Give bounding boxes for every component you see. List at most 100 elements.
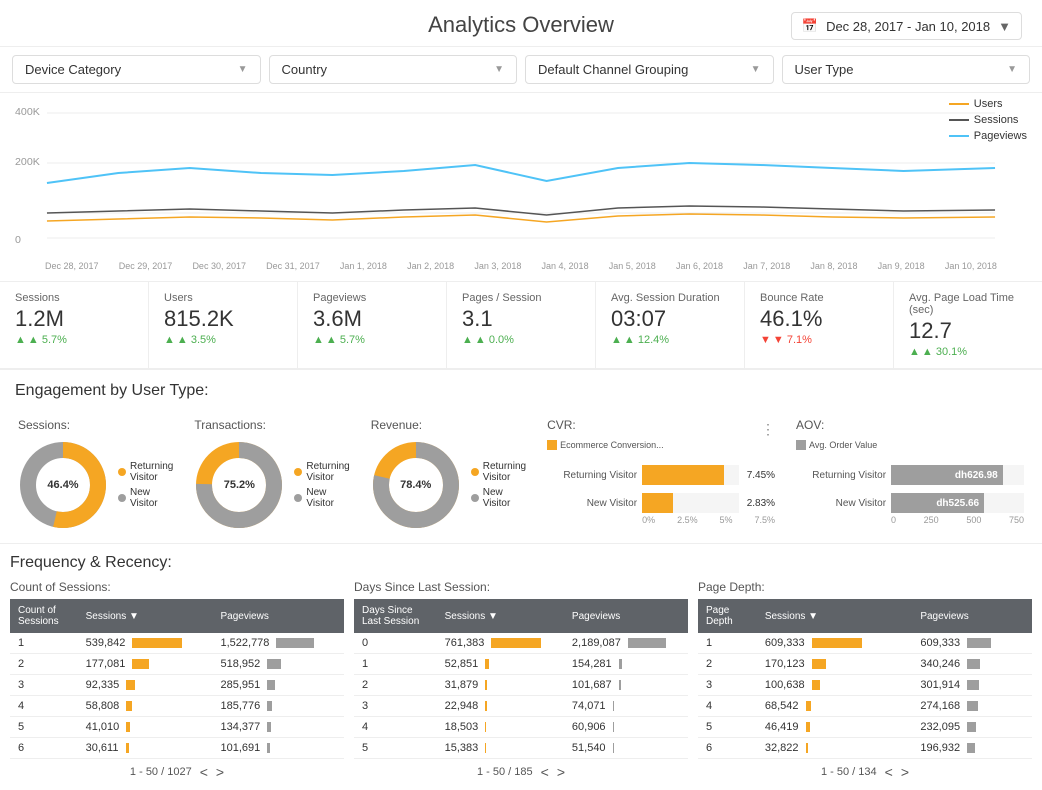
count-cell: 6 (10, 738, 78, 759)
date-picker[interactable]: 📅 Dec 28, 2017 - Jan 10, 2018 ▼ (791, 12, 1022, 40)
usertype-filter[interactable]: User Type ▼ (782, 55, 1031, 84)
table-row: 3 100,638 301,914 (698, 675, 1032, 696)
channel-label: Default Channel Grouping (538, 62, 688, 77)
cvr-returning-label: Returning Visitor (547, 470, 637, 481)
pageviews-cell: 196,932 (912, 738, 1032, 759)
sessions-cell: 18,503 (437, 717, 564, 738)
page-depth-prev[interactable]: < (885, 764, 893, 780)
users-change: ▲ 3.5% (164, 334, 282, 346)
trans-new-label: New Visitor (306, 487, 349, 509)
sessions-cell: 15,383 (437, 738, 564, 759)
pageviews-cell: 154,281 (564, 654, 688, 675)
page-depth-subtitle: Page Depth: (698, 580, 1032, 594)
legend-sessions: Sessions (949, 114, 1027, 126)
rev-returning-label: Returning Visitor (483, 461, 526, 483)
aov-legend-label: Avg. Order Value (809, 440, 877, 450)
days-cell: 2 (354, 675, 437, 696)
pageviews-cell: 51,540 (564, 738, 688, 759)
transactions-new-legend: New Visitor (294, 487, 349, 509)
count-sessions-table: Count ofSessions Sessions ▼ Pageviews 1 … (10, 599, 344, 759)
legend-pageviews: Pageviews (949, 130, 1027, 142)
avg-session-change: ▲ 12.4% (611, 334, 729, 346)
line-chart-container: Users Sessions Pageviews 400K 200K 0 Dec… (0, 93, 1042, 282)
transactions-donut-panel: Transactions: 75.2% Returning Visitor (186, 410, 357, 538)
pps-label: Pages / Session (462, 292, 580, 304)
sessions-returning-label: Returning Visitor (130, 461, 173, 483)
x-label-1: Dec 29, 2017 (119, 261, 173, 271)
col-pd-sessions-sort[interactable]: Sessions ▼ (757, 599, 913, 633)
days-table: Days SinceLast Session Sessions ▼ Pagevi… (354, 599, 688, 759)
rev-returning-dot (471, 468, 479, 476)
cvr-more-icon[interactable]: ⋮ (761, 421, 775, 438)
bounce-value: 46.1% (760, 306, 878, 332)
col-sessions-sort[interactable]: Sessions ▼ (78, 599, 213, 633)
aov-chart: Returning Visitor dh626.98 New Visitor d… (796, 465, 1024, 513)
avg-session-value: 03:07 (611, 306, 729, 332)
country-filter[interactable]: Country ▼ (269, 55, 518, 84)
revenue-donut-container: 78.4% Returning Visitor New Visitor (371, 440, 526, 530)
cvr-chart: Returning Visitor 7.45% New Visitor 2.83… (547, 465, 775, 513)
sessions-line-icon (949, 119, 969, 121)
aov-x-axis: 0 250 500 750 (796, 515, 1024, 525)
sessions-label: Sessions (15, 292, 133, 304)
page-depth-footer: 1 - 50 / 134 < > (698, 759, 1032, 785)
col-page-depth: PageDepth (698, 599, 757, 633)
pageviews-line-icon (949, 135, 969, 137)
days-next[interactable]: > (557, 764, 565, 780)
count-sessions-header: Count ofSessions Sessions ▼ Pageviews (10, 599, 344, 633)
pageviews-cell: 285,951 (212, 675, 344, 696)
device-category-filter[interactable]: Device Category ▼ (12, 55, 261, 84)
channel-filter[interactable]: Default Channel Grouping ▼ (525, 55, 774, 84)
sessions-cell: 170,123 (757, 654, 913, 675)
count-cell: 5 (10, 717, 78, 738)
frequency-tables: Count of Sessions: Count ofSessions Sess… (10, 580, 1032, 790)
rev-new-dot (471, 494, 479, 502)
x-label-7: Jan 4, 2018 (542, 261, 589, 271)
avg-session-label: Avg. Session Duration (611, 292, 729, 304)
pageviews-cell: 1,522,778 (212, 633, 344, 654)
revenue-donut-panel: Revenue: 78.4% Returning Visitor (363, 410, 534, 538)
transactions-donut-container: 75.2% Returning Visitor New Visitor (194, 440, 349, 530)
col-count-of-sessions: Count ofSessions (10, 599, 78, 633)
x-label-8: Jan 5, 2018 (609, 261, 656, 271)
count-sessions-next[interactable]: > (216, 764, 224, 780)
sessions-metric: Sessions 1.2M ▲ 5.7% (0, 282, 149, 368)
cvr-title: CVR: (547, 418, 576, 432)
pageviews-label: Pageviews (313, 292, 431, 304)
pageviews-cell: 74,071 (564, 696, 688, 717)
count-sessions-prev[interactable]: < (200, 764, 208, 780)
device-chevron-icon: ▼ (238, 64, 248, 75)
engagement-section: Engagement by User Type: Sessions: 46.4% (0, 370, 1042, 544)
revenue-returning-legend: Returning Visitor (471, 461, 526, 483)
pageviews-cell: 340,246 (912, 654, 1032, 675)
table-row: 6 32,822 196,932 (698, 738, 1032, 759)
transactions-title: Transactions: (194, 418, 349, 432)
page-depth-next[interactable]: > (901, 764, 909, 780)
depth-cell: 1 (698, 633, 757, 654)
days-prev[interactable]: < (541, 764, 549, 780)
cvr-legend-label: Ecommerce Conversion... (560, 440, 664, 450)
table-row: 2 31,879 101,687 (354, 675, 688, 696)
table-row: 5 41,010 134,377 (10, 717, 344, 738)
depth-cell: 3 (698, 675, 757, 696)
sessions-cell: 52,851 (437, 654, 564, 675)
engagement-row: Sessions: 46.4% Returning Visitor (0, 405, 1042, 544)
table-row: 1 52,851 154,281 (354, 654, 688, 675)
pageviews-cell: 518,952 (212, 654, 344, 675)
aov-panel: AOV: Avg. Order Value Returning Visitor … (788, 410, 1032, 538)
sessions-cell: 41,010 (78, 717, 213, 738)
sessions-returning-legend: Returning Visitor (118, 461, 173, 483)
col-days-sessions-sort[interactable]: Sessions ▼ (437, 599, 564, 633)
legend-users-label: Users (974, 98, 1003, 110)
depth-cell: 4 (698, 696, 757, 717)
page-depth-table: PageDepth Sessions ▼ Pageviews 1 609,333… (698, 599, 1032, 759)
sessions-cell: 32,822 (757, 738, 913, 759)
device-category-label: Device Category (25, 62, 121, 77)
usertype-chevron-icon: ▼ (1007, 64, 1017, 75)
sessions-donut: 46.4% (18, 440, 108, 530)
days-table-wrap: Days Since Last Session: Days SinceLast … (354, 580, 688, 785)
page-load-value: 12.7 (909, 318, 1027, 344)
transactions-returning-legend: Returning Visitor (294, 461, 349, 483)
table-row: 2 177,081 518,952 (10, 654, 344, 675)
svg-text:400K: 400K (15, 107, 40, 118)
